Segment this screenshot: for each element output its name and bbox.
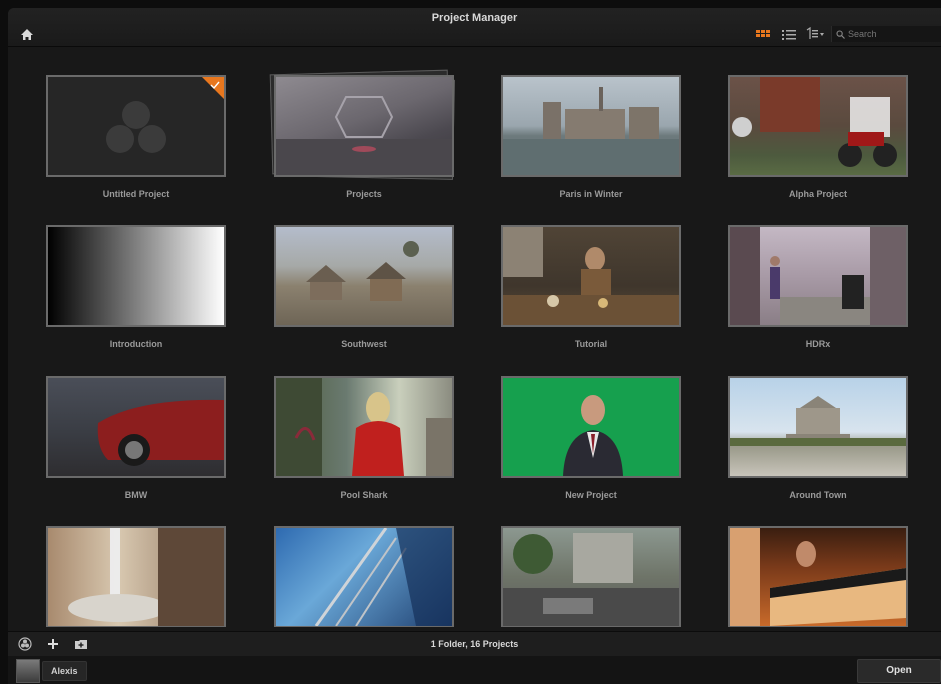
project-thumbnail-waterfall [46, 526, 226, 627]
project-card[interactable]: Untitled Project [46, 75, 226, 215]
project-card[interactable]: BMW [46, 376, 226, 516]
folder-name: Projects [346, 189, 382, 199]
project-card[interactable] [728, 526, 908, 627]
project-name: Paris in Winter [559, 189, 623, 199]
project-thumbnail-bmw [46, 376, 226, 478]
user-name-button[interactable]: Alexis [42, 661, 87, 681]
cathedral-image [503, 87, 679, 175]
project-manager-window: Project Manager Search Untitled Project … [8, 8, 941, 684]
green-screen-set-image [730, 227, 906, 325]
list-view-icon[interactable] [779, 27, 799, 41]
sort-menu-icon[interactable] [805, 27, 825, 41]
project-thumbnail-pianist [728, 526, 908, 627]
project-thumbnail-introduction [46, 225, 226, 327]
city-street-image [503, 533, 679, 626]
project-card[interactable]: Pool Shark [274, 376, 454, 516]
project-name: Untitled Project [102, 189, 170, 199]
project-grid: Untitled Project Projects Paris in Winte… [8, 47, 941, 627]
project-name: New Project [565, 490, 617, 500]
user-bar: Alexis Open [8, 656, 941, 684]
project-name: BMW [124, 490, 148, 500]
shrine-monument-image [730, 396, 906, 446]
project-count-status: 1 Folder, 16 Projects [430, 639, 519, 649]
search-box[interactable] [831, 26, 941, 42]
project-thumbnail-southwest [274, 225, 454, 327]
waterfall-image [68, 528, 224, 626]
project-name: Pool Shark [340, 490, 388, 500]
woman-red-jacket-image [276, 378, 452, 476]
avatar[interactable] [16, 659, 40, 683]
project-card[interactable]: Around Town [728, 376, 908, 516]
motorcycle-image [732, 77, 897, 167]
project-card[interactable]: New Project [501, 376, 681, 516]
project-card[interactable]: HDRx [728, 225, 908, 365]
project-card[interactable] [46, 526, 226, 627]
search-input[interactable] [845, 29, 932, 39]
project-thumbnail-glass-building [274, 526, 454, 627]
folder-card[interactable]: Projects [269, 69, 456, 215]
project-card[interactable] [501, 526, 681, 627]
glass-building-image [314, 528, 452, 626]
home-icon[interactable] [20, 28, 34, 42]
status-bar: 1 Folder, 16 Projects [8, 631, 941, 656]
project-card[interactable]: Tutorial [501, 225, 681, 365]
project-thumbnail-hdrx [728, 225, 908, 327]
open-button[interactable]: Open [857, 659, 941, 683]
pianist-image [730, 528, 906, 626]
grid-view-icon[interactable] [753, 27, 773, 41]
project-card[interactable]: Southwest [274, 225, 454, 365]
project-name: HDRx [805, 339, 831, 349]
title-bar: Project Manager [8, 8, 941, 47]
project-card[interactable] [274, 526, 454, 627]
folder-image [276, 96, 452, 175]
project-thumbnail-untitled [46, 75, 226, 177]
project-name: Alpha Project [788, 189, 847, 199]
project-thumbnail-city-street [501, 526, 681, 627]
project-thumbnail-alpha [728, 75, 908, 177]
resolve-logo-icon [106, 77, 224, 153]
presenter-greenscreen-image [563, 395, 623, 476]
window-title: Project Manager [431, 12, 518, 24]
view-controls [753, 26, 941, 42]
project-thumbnail-tutorial [501, 225, 681, 327]
red-car-image [97, 399, 224, 466]
project-card[interactable]: Alpha Project [728, 75, 908, 215]
project-name: Tutorial [574, 339, 608, 349]
project-card[interactable]: Introduction [46, 225, 226, 365]
desert-village-image [306, 241, 419, 301]
project-thumbnail-around-town [728, 376, 908, 478]
cafe-interior-image [503, 227, 679, 325]
project-thumbnail-paris [501, 75, 681, 177]
folder-thumbnail-projects [274, 75, 454, 177]
project-card[interactable]: Paris in Winter [501, 75, 681, 215]
project-thumbnail-new-project [501, 376, 681, 478]
project-name: Around Town [789, 490, 847, 500]
project-name: Southwest [341, 339, 387, 349]
search-icon [836, 29, 845, 39]
project-thumbnail-pool-shark [274, 376, 454, 478]
project-name: Introduction [109, 339, 163, 349]
